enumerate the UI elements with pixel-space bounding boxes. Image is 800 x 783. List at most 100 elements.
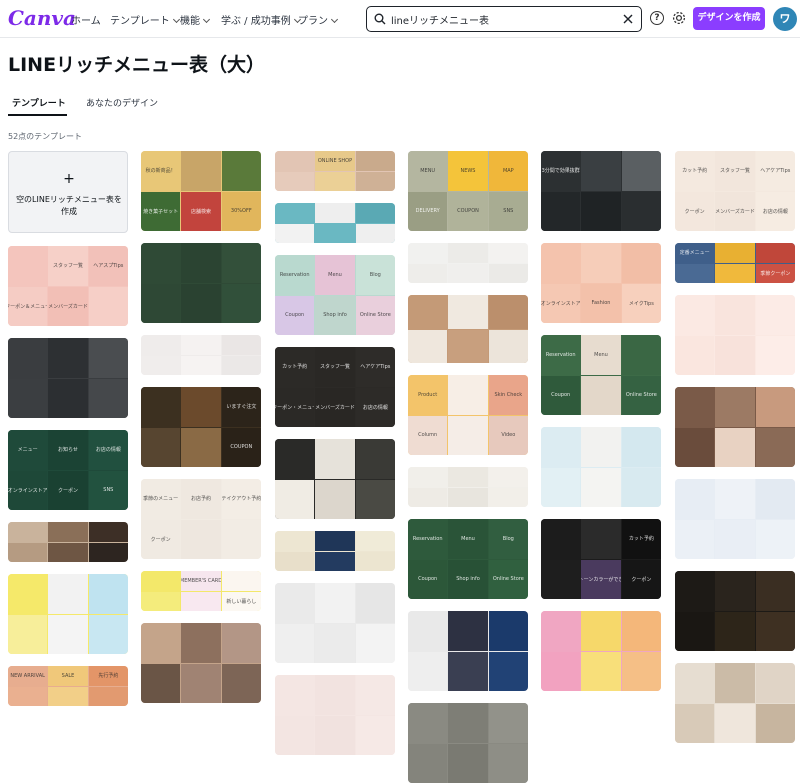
template-card[interactable] <box>141 623 261 703</box>
template-card[interactable]: カット予約スタッフ一覧ヘアケアTipsクーポンメンバーズカードお店の情報 <box>675 151 795 231</box>
template-card[interactable]: NEW ARRIVALSALE先行予約 <box>8 666 128 706</box>
gear-icon[interactable] <box>671 10 687 26</box>
template-cell-label: 先行予約 <box>98 672 118 679</box>
template-cell: カット予約 <box>622 519 661 559</box>
search-input[interactable]: lineリッチメニュー表 <box>391 12 489 27</box>
template-card[interactable] <box>408 611 528 691</box>
template-cell-label: カット予約 <box>682 167 707 174</box>
template-card[interactable]: 定番メニュー季節クーポン <box>675 243 795 283</box>
plus-icon: + <box>9 171 129 187</box>
template-cell <box>315 172 354 192</box>
nav-item-2[interactable]: 機能 <box>180 12 209 27</box>
template-card[interactable]: スタッフ一覧ヘアスプTipsクーポン＆メニューメンバーズカード <box>8 246 128 326</box>
template-cell: 新しい暮らし <box>222 592 261 612</box>
template-cell <box>622 611 661 651</box>
nav-item-4[interactable]: プラン <box>298 12 337 27</box>
template-card[interactable] <box>408 295 528 363</box>
template-cell <box>448 330 487 364</box>
clear-icon[interactable] <box>623 14 633 24</box>
template-card[interactable]: ProductSkin CheckColumnVideo <box>408 375 528 455</box>
template-card[interactable] <box>675 571 795 651</box>
template-cell <box>541 560 580 600</box>
template-card[interactable] <box>275 439 395 519</box>
template-cell <box>675 571 714 611</box>
nav-item-1[interactable]: テンプレート <box>110 12 179 27</box>
search-bar[interactable]: lineリッチメニュー表 <box>366 6 642 32</box>
template-card[interactable] <box>541 427 661 507</box>
template-cell <box>48 543 87 563</box>
template-card[interactable] <box>8 574 128 654</box>
tab-1[interactable]: あなたのデザイン <box>86 96 158 109</box>
template-cell-label: 新しい暮らし <box>226 598 256 605</box>
template-card[interactable]: MEMBER'S CARD 新しい暮らし <box>141 571 261 611</box>
template-cell <box>222 520 261 560</box>
template-cell-label: MEMBER'S CARD <box>181 578 220 584</box>
template-cell: Online Store <box>622 376 661 416</box>
nav-item-3[interactable]: 学ぶ / 成功事例 <box>221 12 300 27</box>
template-card[interactable]: カット予約ハイトーンカラーができる！クーポン <box>541 519 661 599</box>
template-card[interactable] <box>275 583 395 663</box>
template-cell: Shop info <box>315 296 354 336</box>
template-card[interactable]: オンラインストアFashionメイクTips <box>541 243 661 323</box>
nav-item-0[interactable]: ホーム <box>71 12 101 27</box>
template-cell-label: オンラインストア <box>8 487 47 494</box>
template-card[interactable]: 3分間で効果抜群 <box>541 151 661 231</box>
template-cell-label: COUPON <box>457 208 479 214</box>
avatar[interactable]: ワ <box>773 7 797 31</box>
template-cell <box>356 172 395 192</box>
template-card[interactable]: ONLINE SHOP <box>275 151 395 191</box>
template-card[interactable] <box>408 467 528 507</box>
template-card[interactable] <box>141 243 261 323</box>
template-cell <box>675 479 714 519</box>
template-card[interactable]: メニューお知らせお店の情報オンラインストアクーポンSNS <box>8 430 128 510</box>
canva-logo[interactable]: Canva <box>8 6 76 30</box>
create-blank-card[interactable]: + 空のLINEリッチメニュー表を作成 <box>8 151 128 233</box>
template-card[interactable] <box>275 675 395 755</box>
template-cell <box>581 427 620 467</box>
template-cell: SALE <box>48 666 87 686</box>
template-cell <box>181 428 220 468</box>
create-design-button[interactable]: デザインを作成 <box>693 7 765 30</box>
template-cell: ONLINE SHOP <box>315 151 354 171</box>
template-cell <box>222 623 261 663</box>
template-cell <box>756 428 795 468</box>
template-cell <box>48 615 87 655</box>
template-card[interactable] <box>541 611 661 691</box>
template-card[interactable]: 季節のメニューお店予約テイクアウト予約クーポン <box>141 479 261 559</box>
template-cell: ヘアケアTips <box>756 151 795 191</box>
template-cell <box>408 295 447 329</box>
template-cell-label: メイクTips <box>629 300 654 307</box>
template-card[interactable] <box>408 243 528 283</box>
template-card[interactable] <box>141 335 261 375</box>
tab-0[interactable]: テンプレート <box>12 96 66 109</box>
template-cell <box>448 375 487 415</box>
template-card[interactable] <box>675 479 795 559</box>
template-card[interactable] <box>675 663 795 743</box>
template-card[interactable]: ReservationMenuCouponOnline Store <box>541 335 661 415</box>
template-cell <box>581 611 620 651</box>
template-card[interactable] <box>275 531 395 571</box>
template-cell <box>448 264 487 284</box>
help-icon[interactable]: ? <box>650 11 664 25</box>
template-card[interactable]: カット予約スタッフ一覧ヘアケアTipsクーポン・メニューメンバーズカードお店の情… <box>275 347 395 427</box>
nav-item-label: テンプレート <box>110 16 170 27</box>
template-cell-label: お店の情報 <box>763 208 788 215</box>
template-card[interactable] <box>675 387 795 467</box>
template-card[interactable] <box>8 338 128 418</box>
template-card[interactable] <box>8 522 128 562</box>
template-card[interactable]: 秋の新商品！焼き菓子セット店舗検索30%OFF <box>141 151 261 231</box>
template-card[interactable]: ReservationMenuBlogCouponShop infoOnline… <box>408 519 528 599</box>
template-cell-label: メンバーズカード <box>48 303 87 310</box>
template-cell <box>715 612 754 652</box>
template-card[interactable]: ReservationMenuBlogCouponShop infoOnline… <box>275 255 395 335</box>
template-cell <box>8 687 47 707</box>
template-card[interactable] <box>675 295 795 375</box>
template-cell: Menu <box>581 335 620 375</box>
template-cell <box>48 338 87 378</box>
template-cell-label: スタッフ一覧 <box>720 167 750 174</box>
template-card[interactable]: MENUNEWSMAPDELIVERYCOUPONSNS <box>408 151 528 231</box>
template-card[interactable] <box>275 203 395 243</box>
template-card[interactable]: いますぐ注文COUPON <box>141 387 261 467</box>
template-cell <box>675 387 714 427</box>
template-card[interactable] <box>408 703 528 783</box>
